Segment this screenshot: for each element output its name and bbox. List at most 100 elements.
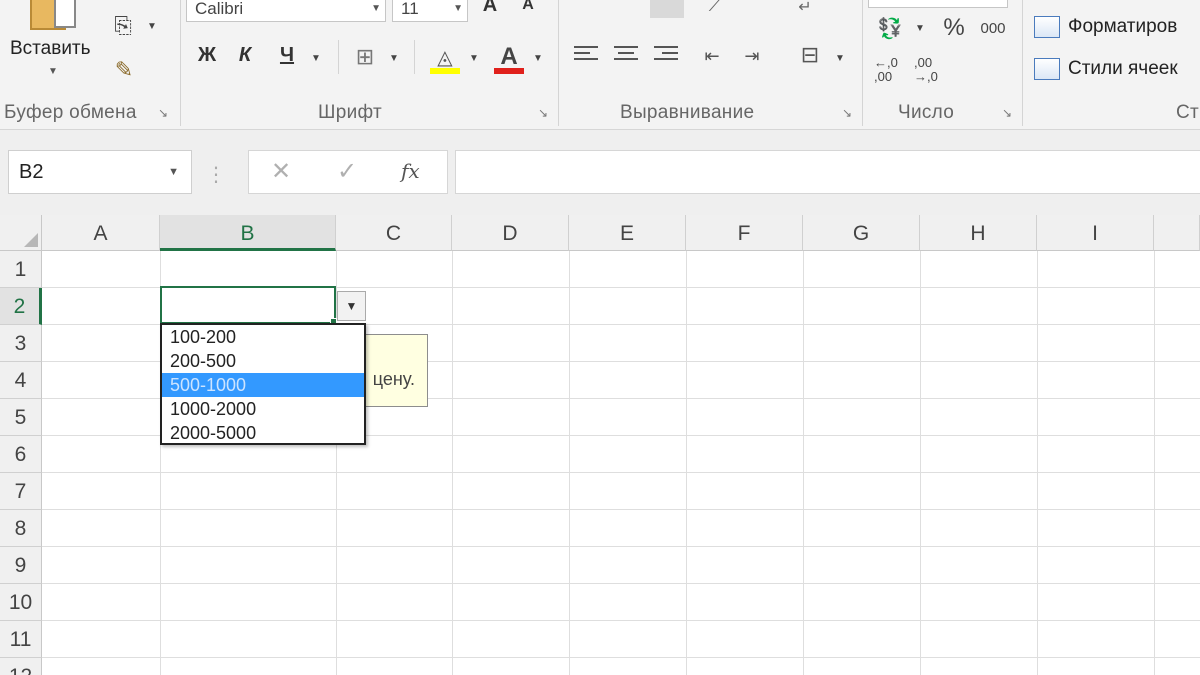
row-header-11[interactable]: 11 bbox=[0, 621, 42, 658]
active-cell-b2[interactable] bbox=[160, 286, 336, 324]
cell-styles-button[interactable]: Стили ячеек bbox=[1034, 58, 1178, 80]
accounting-format-button[interactable]: 💱 bbox=[872, 14, 908, 42]
chevron-down-icon: ▼ bbox=[311, 52, 321, 64]
format-painter-button[interactable]: ✎ bbox=[108, 56, 140, 84]
column-header-h[interactable]: H bbox=[920, 215, 1037, 251]
align-right-icon[interactable] bbox=[654, 46, 680, 68]
formula-bar-resize-handle[interactable]: ⋮ bbox=[206, 162, 226, 187]
fill-color-button[interactable]: ◬ bbox=[428, 40, 462, 74]
orientation-button[interactable]: ⟋ bbox=[700, 0, 730, 16]
gridline bbox=[803, 251, 804, 675]
font-color-button[interactable]: A bbox=[492, 40, 526, 74]
conditional-formatting-button[interactable]: Форматиров bbox=[1034, 16, 1177, 38]
column-header-c[interactable]: C bbox=[336, 215, 452, 251]
underline-button[interactable]: Ч bbox=[274, 44, 300, 67]
list-item[interactable]: 1000-2000 bbox=[162, 397, 364, 421]
worksheet-grid[interactable]: A B C D E F G H I 1 2 3 4 5 6 7 8 9 10 1… bbox=[0, 215, 1200, 675]
list-item[interactable]: 200-500 bbox=[162, 349, 364, 373]
align-center-icon[interactable] bbox=[614, 46, 640, 68]
column-header-d[interactable]: D bbox=[452, 215, 569, 251]
list-item[interactable]: 100-200 bbox=[162, 325, 364, 349]
input-message-text: цену. bbox=[372, 369, 415, 389]
alignment-group-label: Выравнивание bbox=[620, 102, 755, 123]
font-name-combo[interactable]: Calibri ▼ bbox=[186, 0, 386, 22]
validation-dropdown-button[interactable]: ▼ bbox=[337, 291, 366, 321]
row-header-9[interactable]: 9 bbox=[0, 547, 42, 584]
italic-button[interactable]: К bbox=[232, 44, 258, 67]
column-header-a[interactable]: A bbox=[42, 215, 160, 251]
group-divider bbox=[1022, 0, 1023, 126]
row-header-1[interactable]: 1 bbox=[0, 251, 42, 288]
decrease-decimal-button[interactable]: ,00 →,0 bbox=[914, 56, 950, 84]
thousands-icon: 000 bbox=[980, 19, 1006, 37]
cell-styles-icon bbox=[1034, 58, 1060, 80]
enter-icon[interactable]: ✓ bbox=[337, 157, 357, 186]
row-header-3[interactable]: 3 bbox=[0, 325, 42, 362]
column-header-g[interactable]: G bbox=[803, 215, 920, 251]
align-left-icon[interactable] bbox=[574, 46, 600, 68]
cell-styles-label: Стили ячеек bbox=[1068, 58, 1178, 79]
list-item[interactable]: 2000-5000 bbox=[162, 421, 364, 445]
row-header-7[interactable]: 7 bbox=[0, 473, 42, 510]
decrease-indent-icon: ⇤ bbox=[704, 45, 720, 66]
decrease-indent-button[interactable]: ⇤ bbox=[696, 42, 728, 70]
underline-dropdown[interactable]: ▼ bbox=[308, 50, 324, 66]
decrease-font-button[interactable]: A bbox=[516, 0, 540, 14]
number-format-combo[interactable] bbox=[868, 0, 1008, 8]
accounting-dropdown[interactable]: ▼ bbox=[912, 20, 928, 36]
row-header-2[interactable]: 2 bbox=[0, 288, 42, 325]
borders-button[interactable]: ⊞ bbox=[350, 44, 380, 70]
top-align-icon[interactable] bbox=[612, 0, 638, 14]
dialog-launcher-icon[interactable]: ↘ bbox=[156, 106, 170, 120]
comma-style-button[interactable]: 000 bbox=[976, 16, 1010, 40]
cancel-icon[interactable]: ✕ bbox=[271, 157, 291, 186]
dialog-launcher-icon[interactable]: ↘ bbox=[1000, 106, 1014, 120]
bold-button[interactable]: Ж bbox=[194, 44, 220, 67]
increase-decimal-button[interactable]: ←,0 ,00 bbox=[874, 56, 910, 84]
list-item-highlighted[interactable]: 500-1000 bbox=[162, 373, 364, 397]
borders-dropdown[interactable]: ▼ bbox=[386, 50, 402, 66]
font-size-combo[interactable]: 11 ▼ bbox=[392, 0, 468, 22]
column-header-j[interactable] bbox=[1154, 215, 1200, 251]
row-header-10[interactable]: 10 bbox=[0, 584, 42, 621]
formula-buttons: ✕ ✓ fx bbox=[248, 150, 448, 194]
row-header-12[interactable]: 12 bbox=[0, 658, 42, 675]
row-header-5[interactable]: 5 bbox=[0, 399, 42, 436]
row-header-8[interactable]: 8 bbox=[0, 510, 42, 547]
column-header-e[interactable]: E bbox=[569, 215, 686, 251]
middle-align-icon[interactable] bbox=[650, 0, 684, 18]
paint-bucket-icon: ◬ bbox=[437, 46, 453, 69]
chevron-down-icon: ▼ bbox=[371, 3, 381, 14]
chevron-down-icon: ▼ bbox=[48, 66, 58, 77]
copy-dropdown[interactable]: ▼ bbox=[144, 18, 160, 34]
font-group-label: Шрифт bbox=[318, 102, 383, 123]
column-header-f[interactable]: F bbox=[686, 215, 803, 251]
merge-dropdown[interactable]: ▼ bbox=[832, 50, 848, 66]
number-group-label: Число bbox=[898, 102, 955, 123]
fill-color-dropdown[interactable]: ▼ bbox=[466, 50, 482, 66]
increase-font-button[interactable]: A bbox=[478, 0, 502, 17]
font-name-value: Calibri bbox=[195, 0, 244, 18]
shrink-font-icon: A bbox=[522, 0, 534, 13]
chevron-down-icon: ▼ bbox=[168, 166, 179, 178]
merge-center-button[interactable]: ⊟ bbox=[794, 40, 826, 70]
select-all-button[interactable] bbox=[0, 215, 42, 251]
divider bbox=[414, 40, 415, 74]
column-header-i[interactable]: I bbox=[1037, 215, 1154, 251]
percent-button[interactable]: % bbox=[940, 14, 968, 42]
name-box-value: B2 bbox=[19, 161, 44, 183]
wrap-text-icon: ↵ bbox=[798, 0, 812, 16]
dialog-launcher-icon[interactable]: ↘ bbox=[536, 106, 550, 120]
font-color-dropdown[interactable]: ▼ bbox=[530, 50, 546, 66]
row-header-4[interactable]: 4 bbox=[0, 362, 42, 399]
increase-indent-button[interactable]: ⇥ bbox=[736, 42, 768, 70]
dialog-launcher-icon[interactable]: ↘ bbox=[840, 106, 854, 120]
row-header-6[interactable]: 6 bbox=[0, 436, 42, 473]
copy-button[interactable]: ⎘ bbox=[106, 12, 140, 40]
name-box[interactable]: B2 ▼ bbox=[8, 150, 192, 194]
column-header-b[interactable]: B bbox=[160, 215, 336, 251]
wrap-text-button[interactable]: ↵ bbox=[790, 0, 820, 18]
insert-function-icon[interactable]: fx bbox=[401, 159, 420, 183]
styles-group-label: Ст bbox=[1176, 102, 1200, 123]
formula-input[interactable] bbox=[455, 150, 1200, 194]
